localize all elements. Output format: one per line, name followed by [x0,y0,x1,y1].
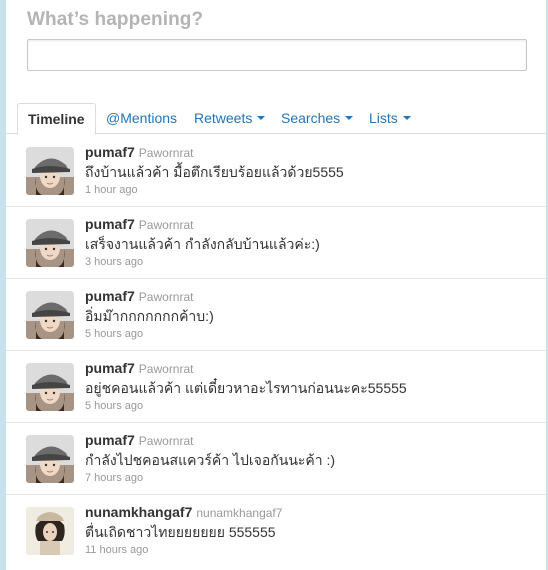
tab-label: Retweets [194,110,253,126]
tweet-username[interactable]: pumaf7 [85,216,135,232]
tweet-username[interactable]: pumaf7 [85,144,135,160]
tab-label: Lists [369,110,398,126]
tab-timeline[interactable]: Timeline [17,103,96,135]
tweet-text: เสร็จงานแล้วค้า กำลังกลับบ้านแล้วค่ะ:) [85,236,320,252]
tweet-timestamp[interactable]: 5 hours ago [85,328,536,340]
chevron-down-icon [345,116,354,121]
tweet-compose-input[interactable] [27,39,527,71]
tweet-item[interactable]: pumaf7 Pawornrat เสร็จงานแล้วค้า กำลังกลั… [6,207,546,279]
tweet-text: ตื่นเถิดชาวไทยยยยยยย 555555 [85,524,276,540]
tab-retweets[interactable]: Retweets [194,103,266,133]
avatar[interactable] [26,291,74,339]
tab-label: @Mentions [106,110,178,126]
tab-lists[interactable]: Lists [369,103,411,133]
tweet-text: อยู่ชคอนแล้วค้า แต่เดี๋ยวหาอะไรทานก่อนนะ… [85,380,407,396]
tweet-timestamp[interactable]: 1 hour ago [85,184,536,196]
tweet-item[interactable]: pumaf7 Pawornrat กำลังไปชคอนสแควร์ค้า ไปเ… [6,423,546,495]
tweet-text: กำลังไปชคอนสแควร์ค้า ไปเจอกันนะค้า :) [85,452,336,468]
tweet-username[interactable]: nunamkhangaf7 [85,504,192,520]
tweet-fullname: Pawornrat [138,362,194,376]
avatar[interactable] [26,435,74,483]
tweet-fullname: nunamkhangaf7 [196,506,283,520]
chevron-down-icon [402,116,411,121]
avatar[interactable] [26,147,74,195]
tweet-fullname: Pawornrat [138,218,194,232]
tab-mentions[interactable]: @Mentions [106,103,177,133]
tweet-fullname: Pawornrat [138,434,194,448]
tweet-fullname: Pawornrat [138,290,194,304]
tweet-feed: pumaf7 Pawornrat ถึงบ้านแล้วค้า มื้อตึกเร… [6,135,546,566]
tweet-timestamp[interactable]: 11 hours ago [85,544,536,556]
compose-title: What’s happening? [27,9,204,30]
tweet-item[interactable]: pumaf7 Pawornrat อิ่มม๊ากกกกกกกค้าบ:) 5 h… [6,279,546,351]
tweet-fullname: Pawornrat [138,146,194,160]
tab-label: Searches [281,110,341,126]
timeline-tabs: Timeline @Mentions Retweets Searches Lis… [6,103,546,135]
avatar[interactable] [26,507,74,555]
tweet-text: อิ่มม๊ากกกกกกกค้าบ:) [85,308,214,324]
tab-searches[interactable]: Searches [281,103,354,133]
tweet-item[interactable]: nunamkhangaf7 nunamkhangaf7 ตื่นเถิดชาวไท… [6,495,546,566]
tweet-text: ถึงบ้านแล้วค้า มื้อตึกเรียบร้อยแล้วด้วย5… [85,164,344,180]
tweet-username[interactable]: pumaf7 [85,288,135,304]
tweet-timestamp[interactable]: 3 hours ago [85,256,536,268]
tab-label: Timeline [28,111,85,127]
tweet-item[interactable]: pumaf7 Pawornrat อยู่ชคอนแล้วค้า แต่เดี๋ย… [6,351,546,423]
tweet-timestamp[interactable]: 7 hours ago [85,472,536,484]
tweet-timestamp[interactable]: 5 hours ago [85,400,536,412]
avatar[interactable] [26,363,74,411]
tweet-item[interactable]: pumaf7 Pawornrat ถึงบ้านแล้วค้า มื้อตึกเร… [6,135,546,207]
chevron-down-icon [257,116,266,121]
avatar[interactable] [26,219,74,267]
tweet-username[interactable]: pumaf7 [85,360,135,376]
timeline-panel: What’s happening? Timeline @Mentions Ret… [6,0,546,570]
tweet-username[interactable]: pumaf7 [85,432,135,448]
